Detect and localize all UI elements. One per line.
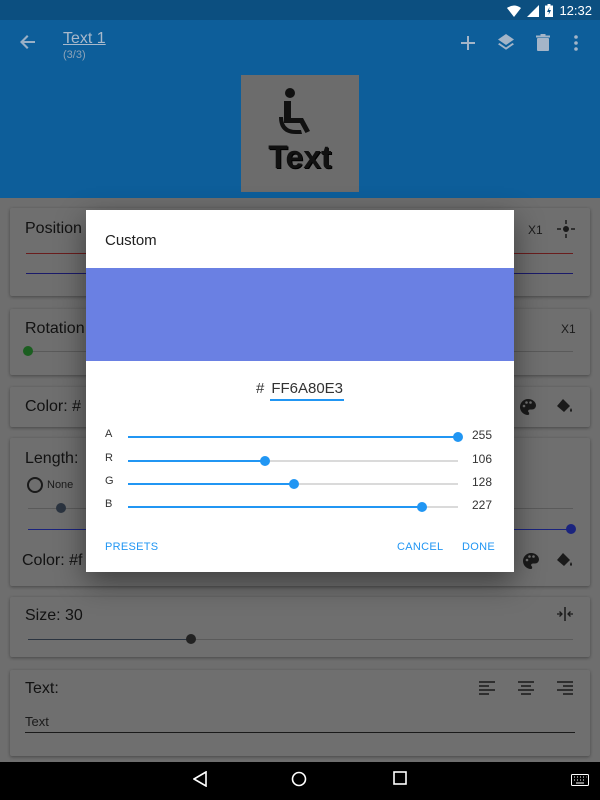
length-label: Length: xyxy=(25,450,79,467)
text-card: Text: Text xyxy=(10,670,590,756)
slider-track-b[interactable] xyxy=(128,502,458,512)
hash-label: # xyxy=(255,380,265,397)
dialog-title: Custom xyxy=(105,232,157,249)
page-title[interactable]: Text 1 xyxy=(63,30,106,48)
size-track-fill xyxy=(28,639,191,640)
length-thumb[interactable] xyxy=(56,503,66,513)
position-multiplier[interactable]: X1 xyxy=(528,223,543,237)
hex-input[interactable]: FF6A80E3 xyxy=(270,380,345,401)
rotation-multiplier[interactable]: X1 xyxy=(561,322,576,336)
slider-label-g: G xyxy=(105,475,114,487)
center-focus-icon[interactable] xyxy=(557,220,575,238)
cancel-button[interactable]: CANCEL xyxy=(397,541,443,553)
presets-button[interactable]: PRESETS xyxy=(105,541,158,553)
palette-icon-2[interactable] xyxy=(522,552,540,570)
slider-row-b: B 227 xyxy=(86,496,514,516)
slider-value-a: 255 xyxy=(472,428,493,442)
app-bar: Text 1 (3/3) Text xyxy=(0,20,600,198)
navigation-bar xyxy=(0,762,600,800)
slider-row-g: G 128 xyxy=(86,473,514,493)
slider-fill-a xyxy=(128,436,458,438)
size-card: Size: 30 xyxy=(10,597,590,657)
delete-icon[interactable] xyxy=(531,33,555,57)
slider-track-g[interactable] xyxy=(128,479,458,489)
layers-icon[interactable] xyxy=(494,33,518,57)
slider-thumb-g[interactable] xyxy=(288,479,299,489)
color-preview-swatch xyxy=(86,268,514,361)
slider-track-r[interactable] xyxy=(128,456,458,466)
fill-bucket-icon-2[interactable] xyxy=(556,552,574,570)
slider-label-a: A xyxy=(105,428,113,440)
rotation-thumb[interactable] xyxy=(23,346,33,356)
slider-fill-g xyxy=(128,483,294,485)
accessible-icon xyxy=(279,88,310,134)
size-thumb[interactable] xyxy=(186,634,196,644)
preview-text: Text xyxy=(268,139,332,175)
sticker-preview: Text xyxy=(241,75,359,192)
compress-icon[interactable] xyxy=(556,607,574,621)
keyboard-icon[interactable] xyxy=(571,774,589,786)
done-button[interactable]: DONE xyxy=(462,541,495,553)
back-arrow-icon[interactable] xyxy=(16,32,40,56)
text-label: Text: xyxy=(25,680,59,697)
nav-recents-icon[interactable] xyxy=(393,771,407,785)
align-right-icon[interactable] xyxy=(557,681,573,695)
slider-track-a[interactable] xyxy=(128,432,463,442)
color1-label: Color: # xyxy=(25,398,82,415)
nav-home-icon[interactable] xyxy=(291,771,307,787)
none-radio[interactable] xyxy=(27,477,43,493)
align-center-icon[interactable] xyxy=(518,681,534,695)
slider-value-r: 106 xyxy=(472,452,493,466)
wifi-icon xyxy=(507,5,522,17)
size-label: Size: 30 xyxy=(25,607,83,624)
none-radio-label: None xyxy=(47,479,74,491)
slider-fill-r xyxy=(128,460,266,462)
status-bar: 12:32 xyxy=(0,0,600,20)
slider-value-g: 128 xyxy=(472,475,493,489)
slider-thumb-r[interactable] xyxy=(260,456,271,466)
slider-row-r: R 106 xyxy=(86,450,514,470)
length-thumb-2[interactable] xyxy=(566,524,576,534)
signal-icon xyxy=(527,4,540,17)
slider-thumb-b[interactable] xyxy=(416,502,427,512)
rotation-label: Rotation xyxy=(25,320,85,337)
hex-input-row: # FF6A80E3 xyxy=(86,380,514,401)
add-icon[interactable] xyxy=(456,33,480,57)
slider-value-b: 227 xyxy=(472,498,493,512)
align-left-icon[interactable] xyxy=(479,681,495,695)
slider-fill-b xyxy=(128,506,422,508)
color-picker-dialog: Custom # FF6A80E3 A 255 R 106 G 128 B 227 PRESET… xyxy=(86,210,514,572)
fill-bucket-icon[interactable] xyxy=(556,398,574,416)
color2-label: Color: #f xyxy=(22,552,83,569)
slider-label-b: B xyxy=(105,498,113,510)
text-input-underline xyxy=(25,732,575,733)
slider-label-r: R xyxy=(105,452,113,464)
page-subtitle: (3/3) xyxy=(63,49,86,61)
battery-icon xyxy=(545,4,554,17)
status-icons: 12:32 xyxy=(507,3,592,18)
more-vert-icon[interactable] xyxy=(564,33,588,57)
position-label: Position xyxy=(25,220,82,237)
status-time: 12:32 xyxy=(559,3,592,18)
nav-back-icon[interactable] xyxy=(193,771,207,787)
slider-row-a: A 255 xyxy=(86,426,514,446)
slider-thumb-a[interactable] xyxy=(453,432,463,442)
text-input[interactable]: Text xyxy=(25,714,49,729)
palette-icon[interactable] xyxy=(519,398,537,416)
